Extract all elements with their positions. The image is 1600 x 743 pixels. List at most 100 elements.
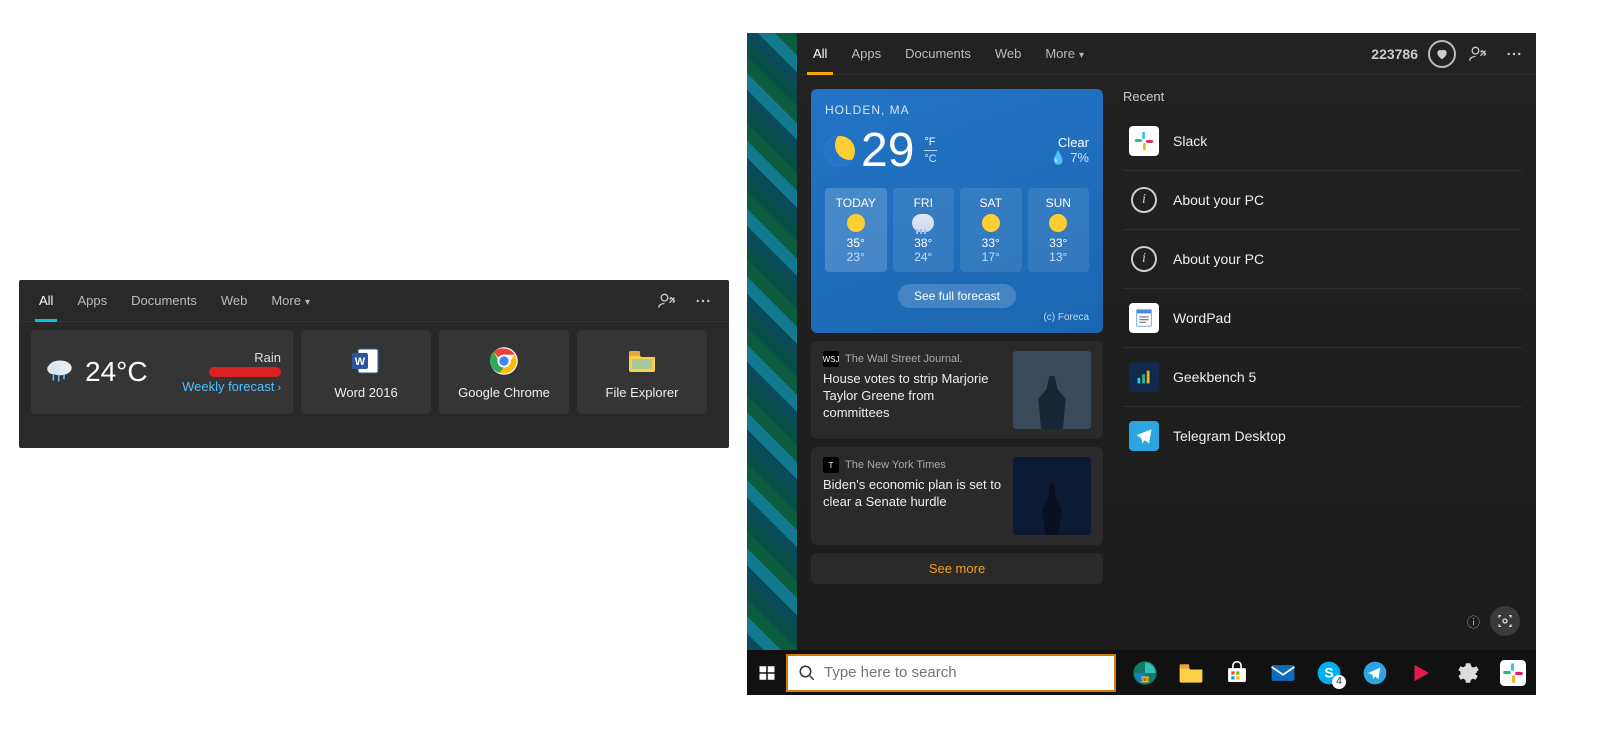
recent-item-wordpad[interactable]: WordPad	[1123, 289, 1522, 348]
tab-web[interactable]: Web	[209, 280, 260, 322]
rewards-points[interactable]: 223786	[1371, 40, 1460, 68]
chrome-icon	[488, 345, 520, 377]
app-tile-chrome[interactable]: Google Chrome	[439, 330, 569, 414]
tab-all[interactable]: All	[801, 33, 839, 75]
telegram-icon	[1129, 421, 1159, 451]
wallpaper-strip	[747, 33, 797, 650]
recent-label: Slack	[1173, 133, 1207, 149]
tab-apps[interactable]: Apps	[839, 33, 893, 75]
geekbench-icon	[1129, 362, 1159, 392]
feedback-icon[interactable]	[1460, 36, 1496, 72]
tab-all[interactable]: All	[27, 280, 65, 322]
humidity-value: 💧 7%	[1050, 150, 1089, 166]
taskbar: DEV S 4	[747, 650, 1536, 695]
weather-condition: Clear	[1050, 135, 1089, 150]
points-value: 223786	[1371, 46, 1418, 62]
sun-icon	[1049, 214, 1067, 232]
tab-documents[interactable]: Documents	[893, 33, 983, 75]
word-icon: W	[350, 345, 382, 377]
unit-toggle[interactable]: °F °C	[924, 136, 936, 165]
recent-item-geekbench[interactable]: Geekbench 5	[1123, 348, 1522, 407]
rainy-icon	[43, 353, 77, 392]
heart-icon	[1428, 40, 1456, 68]
weather-credit: (c) Foreca	[825, 312, 1089, 323]
moon-icon	[825, 136, 855, 166]
tabs-row: All Apps Documents Web More▾	[19, 280, 729, 322]
recent-item-slack[interactable]: Slack	[1123, 112, 1522, 171]
news-headline: House votes to strip Marjorie Taylor Gre…	[823, 371, 1003, 422]
app-tile-explorer[interactable]: File Explorer	[577, 330, 707, 414]
forecast-days: TODAY 35°23° FRI 38°24° SAT 33°17° SUN	[825, 188, 1089, 272]
temperature-value: 24°C	[85, 356, 148, 388]
tab-apps[interactable]: Apps	[65, 280, 119, 322]
weather-tile[interactable]: 24°C Rain Weekly forecast›	[31, 330, 293, 414]
sun-icon	[847, 214, 865, 232]
more-options-icon[interactable]	[685, 283, 721, 319]
recent-label: Geekbench 5	[1173, 369, 1256, 385]
taskbar-explorer-icon[interactable]	[1168, 650, 1214, 695]
chevron-right-icon: ›	[277, 382, 281, 394]
search-input[interactable]	[824, 664, 1104, 681]
forecast-day[interactable]: SUN 33°13°	[1028, 188, 1090, 272]
skype-badge: 4	[1332, 675, 1346, 689]
recent-label: About your PC	[1173, 192, 1264, 208]
info-icon: i	[1129, 185, 1159, 215]
sun-icon	[982, 214, 1000, 232]
tab-web[interactable]: Web	[983, 33, 1034, 75]
taskbar-settings-icon[interactable]	[1444, 650, 1490, 695]
recent-label: Telegram Desktop	[1173, 428, 1286, 444]
tabs-row: All Apps Documents Web More▾ 223786	[797, 33, 1536, 75]
recent-label: WordPad	[1173, 310, 1231, 326]
source-badge-icon: T	[823, 457, 839, 473]
taskbar-edge-icon[interactable]: DEV	[1122, 650, 1168, 695]
news-source: The New York Times	[845, 459, 946, 471]
forecast-day[interactable]: TODAY 35°23°	[825, 188, 887, 272]
weekly-forecast-link[interactable]: Weekly forecast›	[182, 379, 281, 394]
tab-more[interactable]: More▾	[259, 280, 322, 322]
forecast-day[interactable]: FRI 38°24°	[893, 188, 955, 272]
svg-text:W: W	[355, 356, 366, 368]
recent-item-about-pc[interactable]: i About your PC	[1123, 230, 1522, 289]
chevron-down-icon: ▾	[305, 282, 310, 324]
tab-more[interactable]: More▾	[1033, 33, 1096, 75]
recent-label: About your PC	[1173, 251, 1264, 267]
taskbar-mail-icon[interactable]	[1260, 650, 1306, 695]
search-icon	[798, 664, 816, 682]
see-full-forecast-button[interactable]: See full forecast	[898, 284, 1016, 308]
see-more-button[interactable]: See more	[811, 553, 1103, 584]
taskbar-media-icon[interactable]	[1398, 650, 1444, 695]
recent-list: Slack i About your PC i About your PC	[1123, 112, 1522, 465]
rain-cloud-icon	[912, 214, 934, 232]
weather-card[interactable]: HOLDEN, MA 29 °F °C Clear	[811, 89, 1103, 333]
taskbar-telegram-icon[interactable]	[1352, 650, 1398, 695]
search-panel-compact: All Apps Documents Web More▾ 24°C Rain W…	[19, 280, 729, 448]
recent-item-about-pc[interactable]: i About your PC	[1123, 171, 1522, 230]
taskbar-store-icon[interactable]	[1214, 650, 1260, 695]
taskbar-skype-icon[interactable]: S 4	[1306, 650, 1352, 695]
slack-icon	[1129, 126, 1159, 156]
news-card[interactable]: WSJThe Wall Street Journal. House votes …	[811, 341, 1103, 439]
taskbar-slack-icon[interactable]	[1490, 650, 1536, 695]
app-label: File Explorer	[606, 385, 679, 400]
app-tile-word[interactable]: W Word 2016	[301, 330, 431, 414]
info-icon: i	[1129, 244, 1159, 274]
app-label: Google Chrome	[458, 385, 550, 400]
news-headline: Biden's economic plan is set to clear a …	[823, 477, 1003, 511]
screenshot-search-button[interactable]	[1490, 606, 1520, 636]
chevron-down-icon: ▾	[1079, 35, 1084, 77]
start-button[interactable]	[747, 650, 786, 695]
taskbar-search[interactable]	[786, 654, 1116, 692]
redacted-bar	[209, 367, 281, 377]
news-card[interactable]: T The New York Times Biden's economic pla…	[811, 447, 1103, 545]
info-icon[interactable]: ⓘ	[1467, 612, 1480, 631]
weather-location: HOLDEN, MA	[825, 103, 1089, 117]
forecast-day[interactable]: SAT 33°17°	[960, 188, 1022, 272]
more-options-icon[interactable]	[1496, 36, 1532, 72]
feedback-icon[interactable]	[649, 283, 685, 319]
news-thumbnail	[1013, 351, 1091, 429]
tab-documents[interactable]: Documents	[119, 280, 209, 322]
source-badge-icon: WSJ	[823, 351, 839, 367]
desktop-stage: All Apps Documents Web More▾ 223786	[747, 33, 1536, 695]
recent-item-telegram[interactable]: Telegram Desktop	[1123, 407, 1522, 465]
svg-text:DEV: DEV	[1141, 677, 1150, 682]
